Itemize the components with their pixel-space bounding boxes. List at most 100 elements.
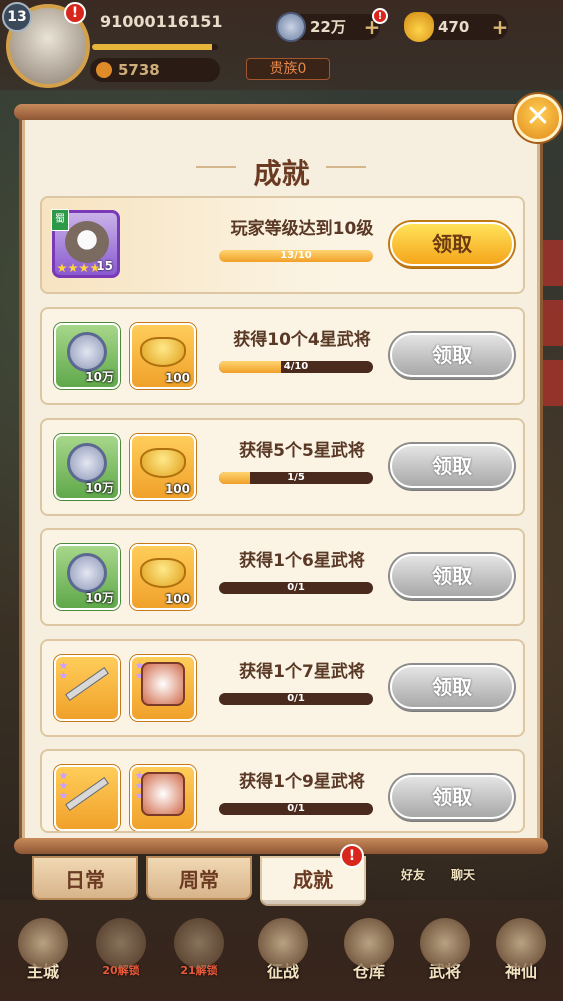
claim-button[interactable]: 领取 bbox=[390, 775, 514, 819]
hero-stars bbox=[57, 263, 100, 273]
general-icon bbox=[420, 918, 470, 968]
hero-level: 15 bbox=[96, 259, 113, 273]
panel-title: 成就 bbox=[253, 157, 310, 190]
add-gold-button[interactable]: + bbox=[490, 17, 510, 37]
reward-amount: 10万 bbox=[85, 370, 114, 384]
copper-currency: 22万 + bbox=[276, 12, 380, 42]
friends-button[interactable]: 好友 bbox=[388, 836, 438, 883]
weapon-reward[interactable] bbox=[54, 765, 120, 831]
power-display: 5738 bbox=[90, 58, 220, 82]
progress-text: 0/1 bbox=[287, 693, 305, 704]
task-label: 获得1个6星武将 bbox=[239, 551, 365, 571]
achievement-row: 10万 100 获得5个5星武将 1/5 领取 bbox=[40, 418, 525, 516]
progress-text: 4/10 bbox=[283, 361, 309, 372]
battle-icon bbox=[258, 918, 308, 968]
faction-tag: 蜀 bbox=[51, 209, 69, 231]
achievement-row: 蜀 15 玩家等级达到10级 13/10 领取 bbox=[40, 196, 525, 294]
copper-reward[interactable]: 10万 bbox=[54, 434, 120, 500]
progress-text: 1/5 bbox=[287, 472, 305, 483]
claim-button[interactable]: 领取 bbox=[390, 444, 514, 488]
side-event-tab[interactable] bbox=[541, 300, 563, 346]
copper-coin-icon bbox=[67, 332, 107, 373]
progress-text: 0/1 bbox=[287, 582, 305, 593]
progress-bar: 1/5 bbox=[219, 472, 373, 484]
nav-generals[interactable]: 武将 bbox=[410, 918, 480, 982]
achievement-tab-alert-icon: ! bbox=[340, 844, 364, 868]
rarity-stars bbox=[59, 771, 68, 800]
progress-text: 0/1 bbox=[287, 803, 305, 814]
armor-reward[interactable] bbox=[130, 655, 196, 721]
claim-button[interactable]: 领取 bbox=[390, 333, 514, 377]
nav-warehouse[interactable]: 仓库 bbox=[334, 918, 404, 982]
progress-bar: 0/1 bbox=[219, 693, 373, 705]
side-event-tab[interactable] bbox=[541, 240, 563, 286]
tab-weekly[interactable]: 周常 bbox=[146, 856, 252, 900]
armor-reward[interactable] bbox=[130, 765, 196, 831]
claim-button[interactable]: 领取 bbox=[390, 554, 514, 598]
tab-daily[interactable]: 日常 bbox=[32, 856, 138, 900]
bottom-nav: 主城 20解锁 21解锁 征战 仓库 武将 神仙 bbox=[0, 900, 563, 1001]
armor-icon bbox=[141, 662, 185, 707]
progress-bar: 0/1 bbox=[219, 582, 373, 594]
chat-label: 聊天 bbox=[450, 868, 475, 882]
copper-coin-icon bbox=[276, 12, 306, 42]
progress-text: 13/10 bbox=[280, 250, 312, 261]
power-value: 5738 bbox=[118, 61, 160, 79]
reward-amount: 100 bbox=[164, 482, 190, 496]
gold-reward[interactable]: 100 bbox=[130, 434, 196, 500]
castle-icon bbox=[18, 918, 68, 968]
weapon-icon bbox=[65, 667, 109, 702]
nav-main-city[interactable]: 主城 bbox=[8, 918, 78, 982]
achievement-row: 获得1个9星武将 0/1 领取 bbox=[40, 749, 525, 833]
nav-immortal[interactable]: 神仙 bbox=[486, 918, 556, 982]
paw-icon bbox=[96, 62, 112, 78]
reward-amount: 10万 bbox=[85, 591, 114, 605]
gold-reward[interactable]: 100 bbox=[130, 544, 196, 610]
noble-rank[interactable]: 贵族0 bbox=[246, 58, 330, 80]
copper-alert-icon: ! bbox=[372, 8, 388, 24]
claim-button[interactable]: 领取 bbox=[390, 222, 514, 266]
task-label: 获得10个4星武将 bbox=[233, 330, 371, 350]
copper-coin-icon bbox=[67, 443, 107, 484]
achievement-row: 获得1个7星武将 0/1 领取 bbox=[40, 639, 525, 737]
friends-label: 好友 bbox=[400, 868, 425, 882]
nav-locked-1[interactable]: 20解锁 bbox=[86, 918, 156, 978]
progress-bar: 0/1 bbox=[219, 803, 373, 815]
progress-bar: 4/10 bbox=[219, 361, 373, 373]
close-button[interactable]: ✕ bbox=[514, 94, 562, 142]
player-id: 91000116151 bbox=[100, 12, 223, 31]
weapon-reward[interactable] bbox=[54, 655, 120, 721]
task-label: 获得1个9星武将 bbox=[239, 772, 365, 792]
reward-amount: 100 bbox=[164, 371, 190, 385]
copper-reward[interactable]: 10万 bbox=[54, 323, 120, 389]
reward-amount: 10万 bbox=[85, 481, 114, 495]
player-level-badge: 13 bbox=[2, 2, 32, 32]
task-label: 获得1个7星武将 bbox=[239, 662, 365, 682]
nav-locked-2[interactable]: 21解锁 bbox=[164, 918, 234, 978]
top-hud: 13 ! 91000116151 5738 贵族0 22万 + ! 470 + bbox=[0, 0, 563, 90]
scroll-top-roll bbox=[14, 104, 548, 120]
task-label: 获得5个5星武将 bbox=[239, 441, 365, 461]
immortal-icon bbox=[496, 918, 546, 968]
achievement-row: 10万 100 获得1个6星武将 0/1 领取 bbox=[40, 528, 525, 626]
chat-button[interactable]: 聊天 bbox=[438, 836, 488, 883]
side-event-tab[interactable] bbox=[541, 360, 563, 406]
rarity-stars bbox=[59, 661, 68, 680]
gold-ingot-icon bbox=[140, 337, 186, 368]
gold-reward[interactable]: 100 bbox=[130, 323, 196, 389]
gold-ingot-icon bbox=[140, 558, 186, 589]
hero-reward-card[interactable]: 蜀 15 bbox=[51, 209, 120, 278]
gold-value: 470 bbox=[438, 18, 470, 36]
spear-icon bbox=[65, 777, 109, 812]
gold-ingot-icon bbox=[404, 12, 434, 42]
copper-coin-icon bbox=[67, 553, 107, 594]
exp-bar bbox=[92, 44, 218, 50]
armor-icon bbox=[141, 772, 185, 817]
gold-currency: 470 + bbox=[404, 12, 510, 42]
progress-bar: 13/10 bbox=[219, 250, 373, 262]
claim-button[interactable]: 领取 bbox=[390, 665, 514, 709]
nav-battle[interactable]: 征战 bbox=[248, 918, 318, 982]
task-label: 玩家等级达到10级 bbox=[230, 219, 374, 239]
reward-amount: 100 bbox=[164, 592, 190, 606]
copper-reward[interactable]: 10万 bbox=[54, 544, 120, 610]
